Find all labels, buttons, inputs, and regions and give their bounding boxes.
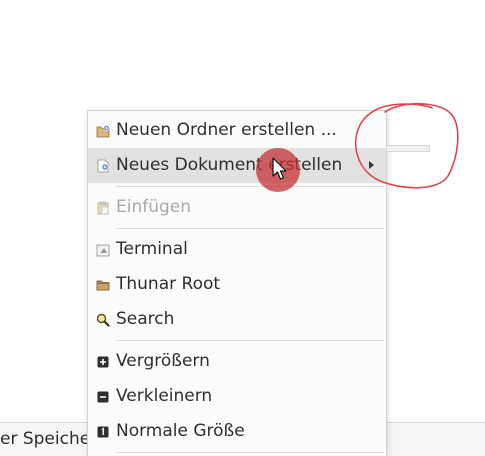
menu-separator (116, 186, 384, 187)
menu-item-label: Normale Größe (116, 421, 245, 441)
terminal-icon (96, 243, 110, 257)
menu-item-label: Vergrößern (116, 351, 210, 371)
submenu-arrow-icon (369, 161, 374, 169)
menu-item-zoom-in[interactable]: Vergrößern (88, 344, 386, 379)
zoom-in-icon (96, 355, 110, 369)
menu-item-label: Einfügen (116, 197, 192, 217)
menu-item-terminal[interactable]: Terminal (88, 232, 386, 267)
menu-item-new-document[interactable]: Neues Dokument erstellen (88, 148, 386, 183)
menu-item-zoom-out[interactable]: Verkleinern (88, 379, 386, 414)
menu-item-thunar-root[interactable]: Thunar Root (88, 267, 386, 302)
zoom-out-icon (96, 390, 110, 404)
search-icon (96, 313, 110, 327)
menu-item-label: Search (116, 309, 175, 329)
new-document-icon (96, 159, 110, 173)
menu-separator (116, 452, 384, 453)
status-bar-text: er Speicher (0, 429, 98, 449)
submenu-stub (386, 145, 430, 152)
menu-item-search[interactable]: Search (88, 302, 386, 337)
zoom-normal-icon (96, 425, 110, 439)
menu-item-label: Terminal (116, 239, 188, 259)
menu-item-paste[interactable]: Einfügen (88, 190, 386, 225)
context-menu: Neuen Ordner erstellen ... Neues Dokumen… (87, 110, 387, 456)
menu-item-zoom-normal[interactable]: Normale Größe (88, 414, 386, 449)
menu-item-label: Neuen Ordner erstellen ... (116, 120, 337, 140)
menu-separator (116, 228, 384, 229)
menu-item-label: Neues Dokument erstellen (116, 155, 343, 175)
folder-icon (96, 278, 110, 292)
menu-separator (116, 340, 384, 341)
paste-icon (96, 201, 110, 215)
menu-item-new-folder[interactable]: Neuen Ordner erstellen ... (88, 113, 386, 148)
new-folder-icon (96, 124, 110, 138)
menu-item-label: Verkleinern (116, 386, 213, 406)
menu-item-label: Thunar Root (116, 274, 221, 294)
mouse-cursor-icon (272, 157, 287, 180)
